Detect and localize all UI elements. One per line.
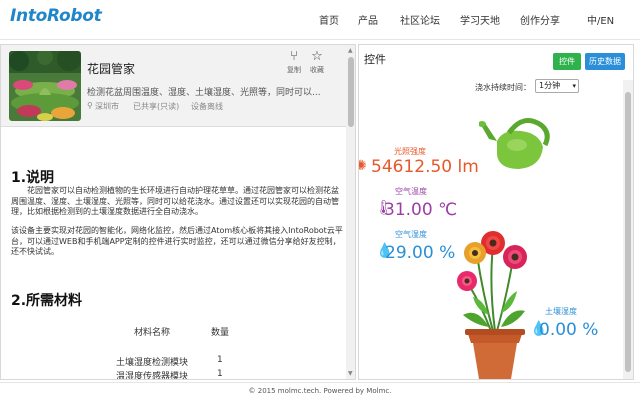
flower-pot-icon[interactable] xyxy=(455,215,535,379)
footer: © 2015 molmc.tech. Powered by Molmc. xyxy=(0,382,640,400)
air-humidity-value: 29.00 % xyxy=(385,243,456,263)
device-share-status: 已共享(只读) xyxy=(133,102,180,111)
copy-button[interactable]: ⑂ 复制 xyxy=(284,49,304,75)
soil-humidity-value: 0.00 % xyxy=(539,320,599,340)
light-intensity-value: 54612.50 lm xyxy=(371,157,479,177)
watering-duration-value: 1分钟 xyxy=(539,81,561,90)
top-navigation-bar: IntoRobot 首页 产品 社区论坛 学习天地 创作分享 中/EN xyxy=(0,0,640,40)
device-header: 花园管家 检测花盆周围温度、湿度、土壤湿度、光照等，同时可以... ⚲ 深圳市 … xyxy=(1,45,346,127)
soil-humidity-label: 土壤湿度 xyxy=(545,307,577,316)
favorite-button[interactable]: ☆ 收藏 xyxy=(307,49,327,75)
device-description: 检测花盆周围温度、湿度、土壤湿度、光照等，同时可以... xyxy=(87,88,321,98)
section-1-paragraph-2: 该设备主要实现对花园的智能化，网络化监控，然后通过Atom核心板将其接入Into… xyxy=(11,226,343,256)
location-icon: ⚲ xyxy=(87,101,93,110)
controls-title: 控件 xyxy=(364,53,386,66)
table-cell-qty: 1 xyxy=(217,369,223,379)
star-icon: ☆ xyxy=(311,49,323,64)
controls-panel: 控件 控件 历史数据 浇水持续时间： 1分钟 ▾ 光照强度 ✺ 54612.50… xyxy=(358,44,634,380)
watering-duration-select[interactable]: 1分钟 ▾ xyxy=(535,79,579,93)
nav-home[interactable]: 首页 xyxy=(319,12,339,27)
nav-learning[interactable]: 学习天地 xyxy=(460,12,500,27)
history-data-button[interactable]: 历史数据 xyxy=(585,53,625,70)
light-intensity-label: 光照强度 xyxy=(394,147,426,156)
nav-share[interactable]: 创作分享 xyxy=(520,12,560,27)
favorite-label: 收藏 xyxy=(310,66,324,74)
table-cell-name: 土壤湿度检测模块 xyxy=(116,358,189,368)
device-location: 深圳市 xyxy=(95,102,119,111)
device-detail-panel: 花园管家 检测花盆周围温度、湿度、土壤湿度、光照等，同时可以... ⚲ 深圳市 … xyxy=(0,44,356,380)
left-scrollbar[interactable]: ▲ ▼ xyxy=(346,45,355,379)
scroll-up-icon[interactable]: ▲ xyxy=(348,47,353,54)
watering-duration-label: 浇水持续时间： xyxy=(475,83,531,92)
section-1-paragraph: 花园管家可以自动检测植物的生长环境进行自动护理花草草。通过花园管家可以检测花盆周… xyxy=(11,186,339,216)
copy-label: 复制 xyxy=(287,66,301,74)
table-header-name: 材料名称 xyxy=(134,328,171,338)
copyright-text: © 2015 molmc.tech. Powered by Molmc. xyxy=(248,387,392,395)
control-button[interactable]: 控件 xyxy=(553,53,581,70)
scrollbar-thumb[interactable] xyxy=(625,92,631,372)
section-1-title: 1.说明 xyxy=(11,170,55,186)
watering-can-icon[interactable] xyxy=(479,111,559,173)
table-cell-qty: 1 xyxy=(217,355,223,365)
air-temperature-label: 空气温度 xyxy=(395,187,427,196)
language-switch[interactable]: 中/EN xyxy=(587,12,614,27)
device-online-status: 设备离线 xyxy=(191,102,223,111)
chevron-down-icon: ▾ xyxy=(572,82,576,90)
table-header-qty: 数量 xyxy=(211,328,230,338)
table-cell-name: 温湿度传感器模块 xyxy=(116,372,189,380)
scroll-down-icon[interactable]: ▼ xyxy=(348,370,353,377)
air-humidity-label: 空气湿度 xyxy=(395,230,427,239)
intorobot-logo[interactable]: IntoRobot xyxy=(10,6,102,26)
section-2-title: 2.所需材料 xyxy=(11,293,83,309)
nav-products[interactable]: 产品 xyxy=(358,12,378,27)
nav-forum[interactable]: 社区论坛 xyxy=(400,12,440,27)
garden-thumbnail xyxy=(9,51,81,121)
air-temperature-value: 31.00 ℃ xyxy=(384,200,458,220)
fork-icon: ⑂ xyxy=(290,49,298,64)
scrollbar-thumb[interactable] xyxy=(348,57,354,127)
right-scrollbar[interactable] xyxy=(623,80,633,379)
device-title: 花园管家 xyxy=(87,62,136,76)
sun-icon: ✺ xyxy=(359,158,367,174)
